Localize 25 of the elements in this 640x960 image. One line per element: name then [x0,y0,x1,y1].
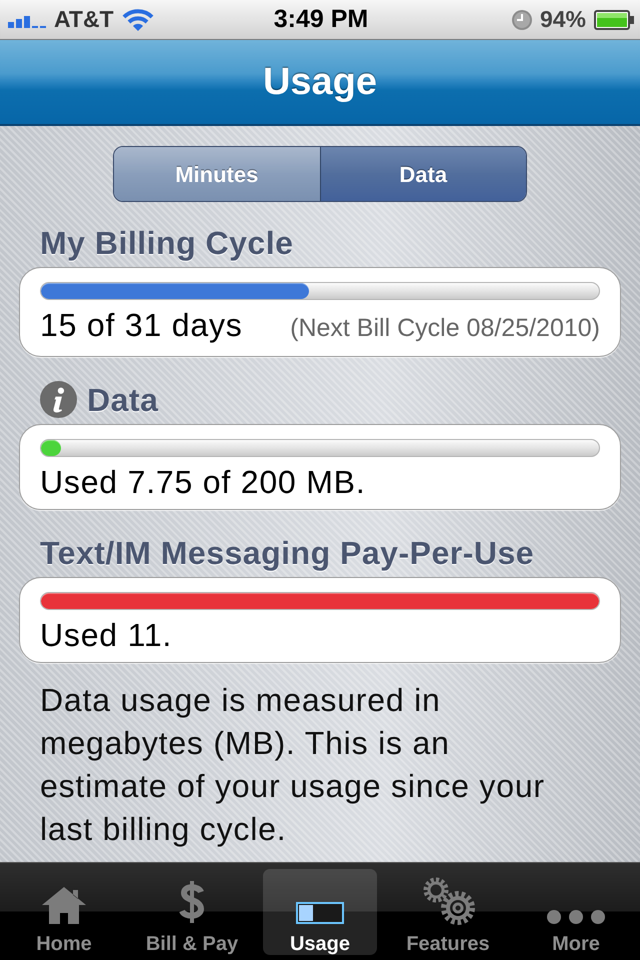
meter-icon [296,901,344,925]
tab-bar-item[interactable]: Features [391,869,505,955]
section-heading: Data [87,380,158,418]
section-heading: Text/IM Messaging Pay-Per-Use [40,534,534,572]
house-icon [41,885,87,925]
screen-title: Usage [262,60,378,104]
battery-icon [594,10,634,30]
status-time: 3:49 PM [274,4,368,35]
wifi-icon [122,8,154,32]
usage-summary: Used 11. [40,616,172,654]
carrier-name: AT&T [54,5,114,34]
segment-tab[interactable]: Data [320,147,526,201]
usage-summary: 15 of 31 days [40,306,243,344]
info-icon[interactable] [40,381,77,418]
next-cycle-note: (Next Bill Cycle 08/25/2010) [290,313,600,344]
more-icon [546,909,606,925]
tab-bar-item[interactable]: Usage [263,869,377,955]
tab-bar-item[interactable]: Home [7,869,121,955]
tab-bar-item[interactable]: More [519,869,633,955]
clock-icon [512,10,532,30]
battery-percentage: 94% [540,5,586,34]
tab-bar-item[interactable]: Bill & Pay [135,869,249,955]
section-heading: My Billing Cycle [40,224,294,262]
usage-description: Data usage is measured in megabytes (MB). This is an estimate of your usage since your last billing cycle. [40,680,546,849]
usage-summary: Used 7.75 of 200 MB. [40,462,366,500]
